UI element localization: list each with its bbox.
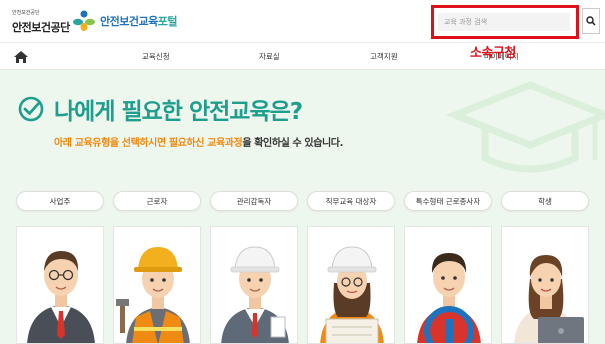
card-supervisor[interactable]	[210, 226, 298, 344]
hero-section: 나에게 필요한 안전교육은? 아래 교육유형을 선택하시면 필요하신 교육과정을…	[0, 70, 605, 344]
portal-title: 안전보건교육포털	[100, 13, 177, 29]
portal-title-main: 안전보건교육	[100, 15, 158, 28]
hero-sub-highlight2: 교육과정	[207, 138, 243, 149]
annotation-label: 소속구청	[470, 46, 516, 61]
pill-special-worker[interactable]: 특수형태 근로종사자	[404, 191, 492, 211]
hero-sub-part2: 을 선택하시면 필요하신	[109, 138, 208, 149]
portal-title-accent: 포털	[157, 15, 178, 28]
hero-sub-part3: 을 확인하실 수 있습니다.	[242, 138, 343, 149]
nav-item-apply[interactable]: 교육신청	[142, 51, 170, 62]
portal-logo[interactable]: 안전보건교육포털	[72, 8, 177, 34]
pill-employer[interactable]: 사업주	[16, 191, 104, 211]
student-avatar-icon	[514, 255, 584, 343]
org-name: 안전보건공단	[12, 21, 70, 34]
card-job-training[interactable]	[307, 226, 395, 344]
supervisor-avatar-icon	[221, 246, 289, 343]
home-icon[interactable]	[13, 49, 29, 63]
worker-avatar-icon	[116, 247, 190, 343]
hero-title-row: 나에게 필요한 안전교육은?	[18, 92, 303, 126]
pill-student[interactable]: 학생	[501, 191, 589, 211]
search-input[interactable]	[438, 13, 570, 31]
search-button[interactable]	[582, 8, 600, 34]
card-student[interactable]	[501, 226, 589, 344]
employer-avatar-icon	[27, 251, 95, 343]
hero-sub-highlight1: 교육유형	[74, 138, 111, 149]
category-cards	[16, 226, 591, 344]
site-header: 안전보건공단 안전보건공단 안전보건교육포털	[0, 0, 605, 42]
card-worker[interactable]	[113, 226, 201, 344]
hero-subtitle: 아래 교육유형을 선택하시면 필요하신 교육과정을 확인하실 수 있습니다.	[54, 134, 343, 149]
special-worker-avatar-icon	[417, 253, 481, 343]
check-circle-icon	[18, 96, 44, 122]
card-special-worker[interactable]	[404, 226, 492, 344]
nav-item-library[interactable]: 자료실	[259, 51, 280, 62]
portal-logo-mark-icon	[72, 10, 96, 32]
hero-sub-part1: 아래	[54, 138, 75, 149]
card-employer[interactable]	[16, 226, 104, 344]
pill-supervisor[interactable]: 관리감독자	[210, 191, 298, 211]
hero-title: 나에게 필요한 안전교육은?	[54, 99, 303, 125]
pill-worker[interactable]: 근로자	[113, 191, 201, 211]
org-small-label: 안전보건공단	[12, 10, 40, 16]
search-highlight-box	[431, 5, 579, 39]
nav-item-support[interactable]: 고객지원	[370, 51, 398, 62]
pill-job-training[interactable]: 직무교육 대상자	[307, 191, 395, 211]
category-pills: 사업주 근로자 관리감독자 직무교육 대상자 특수형태 근로종사자 학생	[16, 191, 591, 213]
job-training-avatar-icon	[320, 246, 384, 343]
graduation-cap-icon	[445, 81, 605, 173]
search-icon	[586, 16, 596, 26]
